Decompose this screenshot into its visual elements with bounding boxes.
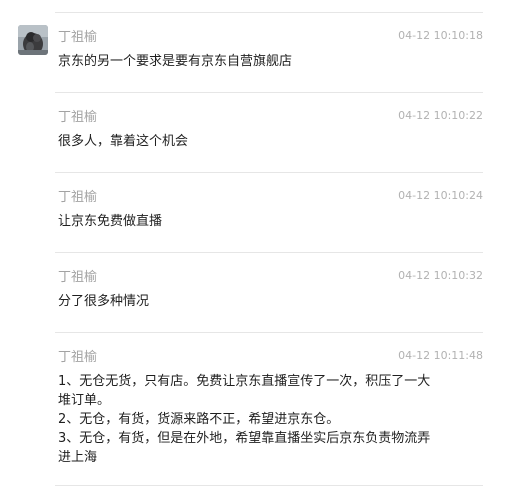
message-divider bbox=[55, 92, 483, 93]
message-divider bbox=[55, 332, 483, 333]
message-sender-name: 丁祖榆 bbox=[58, 190, 98, 205]
message-timestamp: 04-12 10:10:24 bbox=[398, 189, 483, 202]
chat-message[interactable]: 丁祖榆 04-12 10:10:32 分了很多种情况 bbox=[0, 252, 507, 332]
message-sender-name: 丁祖榆 bbox=[58, 350, 98, 365]
message-text: 很多人，靠着这个机会 bbox=[58, 134, 189, 149]
chat-message-list: 丁祖榆 04-12 10:10:18 京东的另一个要求是要有京东自营旗舰店 丁祖… bbox=[0, 0, 507, 488]
message-timestamp: 04-12 10:10:22 bbox=[398, 109, 483, 122]
message-divider bbox=[55, 172, 483, 173]
message-sender-name: 丁祖榆 bbox=[58, 270, 98, 285]
message-text: 分了很多种情况 bbox=[58, 294, 150, 309]
chat-message[interactable]: 丁祖榆 04-12 10:10:24 让京东免费做直播 bbox=[0, 172, 507, 252]
message-divider bbox=[55, 252, 483, 253]
chat-message[interactable]: 丁祖榆 04-12 10:10:18 京东的另一个要求是要有京东自营旗舰店 bbox=[0, 12, 507, 92]
message-text: 京东的另一个要求是要有京东自营旗舰店 bbox=[58, 54, 293, 69]
chat-message[interactable]: 丁祖榆 04-12 10:11:48 1、无仓无货，只有店。免费让京东直播宣传了… bbox=[0, 332, 507, 482]
chat-message[interactable]: 丁祖榆 04-12 10:10:22 很多人，靠着这个机会 bbox=[0, 92, 507, 172]
list-bottom-divider bbox=[55, 485, 483, 486]
message-text: 让京东免费做直播 bbox=[58, 214, 163, 229]
message-timestamp: 04-12 10:11:48 bbox=[398, 349, 483, 362]
message-text: 1、无仓无货，只有店。免费让京东直播宣传了一次，积压了一大 堆订单。 2、无仓，… bbox=[58, 374, 431, 465]
message-sender-name: 丁祖榆 bbox=[58, 30, 98, 45]
message-divider bbox=[55, 12, 483, 13]
message-sender-name: 丁祖榆 bbox=[58, 110, 98, 125]
message-timestamp: 04-12 10:10:32 bbox=[398, 269, 483, 282]
message-timestamp: 04-12 10:10:18 bbox=[398, 29, 483, 42]
